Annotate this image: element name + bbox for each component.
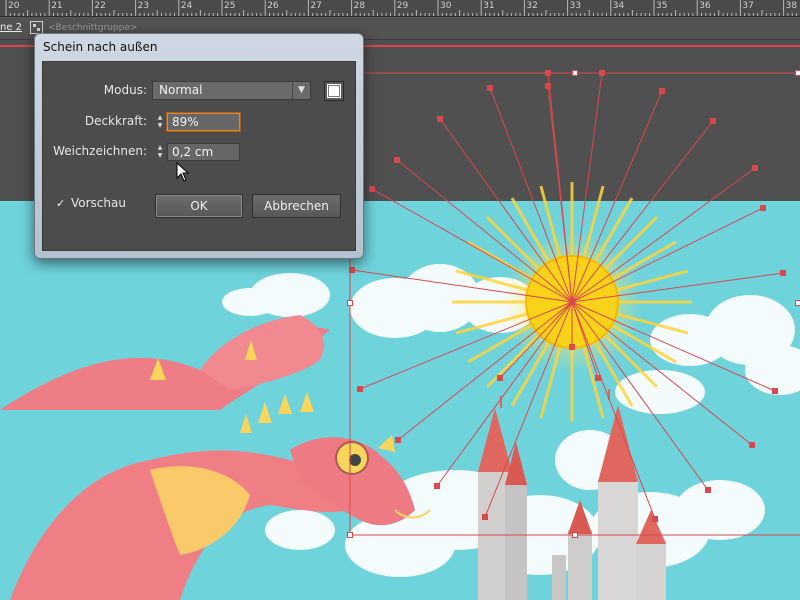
path-anchor <box>497 375 503 381</box>
mouse-cursor-icon <box>176 162 190 182</box>
preview-label[interactable]: Vorschau <box>71 196 126 210</box>
bbox-handle <box>795 300 800 306</box>
path-anchor <box>752 165 758 171</box>
ruler-number: 23 <box>137 1 150 11</box>
ruler-number: 38 <box>785 1 798 11</box>
ruler-number: 25 <box>224 1 236 11</box>
ruler-number: 36 <box>699 1 711 11</box>
bbox-handle <box>572 70 578 76</box>
dialog-title: Schein nach außen <box>43 40 158 54</box>
opacity-stepper[interactable]: ▲ ▼ <box>155 114 165 132</box>
path-anchor <box>545 70 551 76</box>
path-anchor <box>482 514 488 520</box>
ruler-number: 26 <box>267 1 279 11</box>
path-segment <box>571 120 714 303</box>
path-anchor <box>760 205 766 211</box>
path-anchor <box>595 375 601 381</box>
soften-stepper[interactable]: ▲ ▼ <box>155 144 165 162</box>
path-anchor <box>437 116 443 122</box>
bbox-handle <box>572 532 578 538</box>
path-anchor <box>349 267 355 273</box>
horizontal-ruler[interactable]: 20 21 22 23 24 25 26 27 28 29 30 31 32 33 34 35 36 37 38 <box>0 0 800 17</box>
soften-label: Weichzeichnen: <box>53 144 147 158</box>
chevron-down-icon[interactable]: ▼ <box>292 82 310 99</box>
ruler-number: 33 <box>569 1 582 11</box>
path-anchor <box>545 83 551 89</box>
ruler-number: 32 <box>526 1 538 11</box>
ruler-number: 31 <box>483 1 495 11</box>
path-anchor <box>749 442 755 448</box>
path-anchor <box>357 386 363 392</box>
color-swatch-fill <box>328 85 340 97</box>
path-segment <box>571 167 756 303</box>
path-anchor <box>569 344 575 350</box>
stepper-up-icon[interactable]: ▲ <box>155 114 165 122</box>
ruler-number: 20 <box>8 1 20 11</box>
stepper-down-icon[interactable]: ▼ <box>155 152 165 160</box>
bbox-handle <box>795 70 800 76</box>
path-anchor <box>652 516 658 522</box>
ruler-number: 22 <box>94 1 106 11</box>
ruler-number: 28 <box>353 1 366 11</box>
path-anchor <box>394 157 400 163</box>
path-anchor <box>434 483 440 489</box>
ruler-number: 30 <box>440 1 452 11</box>
path-anchor <box>710 118 716 124</box>
ok-button[interactable]: OK <box>155 194 243 218</box>
opacity-input[interactable]: 89% <box>167 113 240 131</box>
clip-group-label: <Beschnittgruppe> <box>48 23 138 33</box>
stepper-up-icon[interactable]: ▲ <box>155 144 165 152</box>
document-tab-label[interactable]: ne 2 <box>0 22 22 33</box>
soften-input[interactable]: 0,2 cm <box>167 143 240 161</box>
dialog-body: Modus: Normal ▼ Deckkraft: ▲ ▼ 89% Weich… <box>42 61 356 251</box>
path-anchor <box>705 487 711 493</box>
mode-select-value: Normal <box>159 83 203 97</box>
path-anchor <box>599 70 605 76</box>
ruler-number: 35 <box>656 1 668 11</box>
path-anchor <box>659 88 665 94</box>
glow-color-swatch[interactable] <box>324 81 344 101</box>
ruler-number: 37 <box>742 1 754 11</box>
path-anchor <box>395 437 401 443</box>
preview-checkbox[interactable]: ✓ <box>56 198 67 209</box>
ruler-number: 21 <box>51 1 63 11</box>
ruler-number: 34 <box>612 1 625 11</box>
ruler-number: 27 <box>310 1 322 11</box>
ruler-number: 29 <box>396 1 409 11</box>
bbox-handle <box>347 532 353 538</box>
outer-glow-dialog: Schein nach außen Modus: Normal ▼ Deckkr… <box>34 33 364 259</box>
path-anchor <box>772 388 778 394</box>
path-anchor <box>487 85 493 91</box>
cancel-button[interactable]: Abbrechen <box>252 194 341 218</box>
path-anchor <box>780 270 786 276</box>
bbox-handle <box>347 300 353 306</box>
path-anchor-center <box>569 299 575 305</box>
ruler-number: 24 <box>180 1 193 11</box>
mode-label: Modus: <box>103 83 147 97</box>
stepper-down-icon[interactable]: ▼ <box>155 122 165 130</box>
path-anchor <box>369 186 375 192</box>
opacity-label: Deckkraft: <box>84 114 147 128</box>
mode-select[interactable]: Normal ▼ <box>152 81 311 100</box>
